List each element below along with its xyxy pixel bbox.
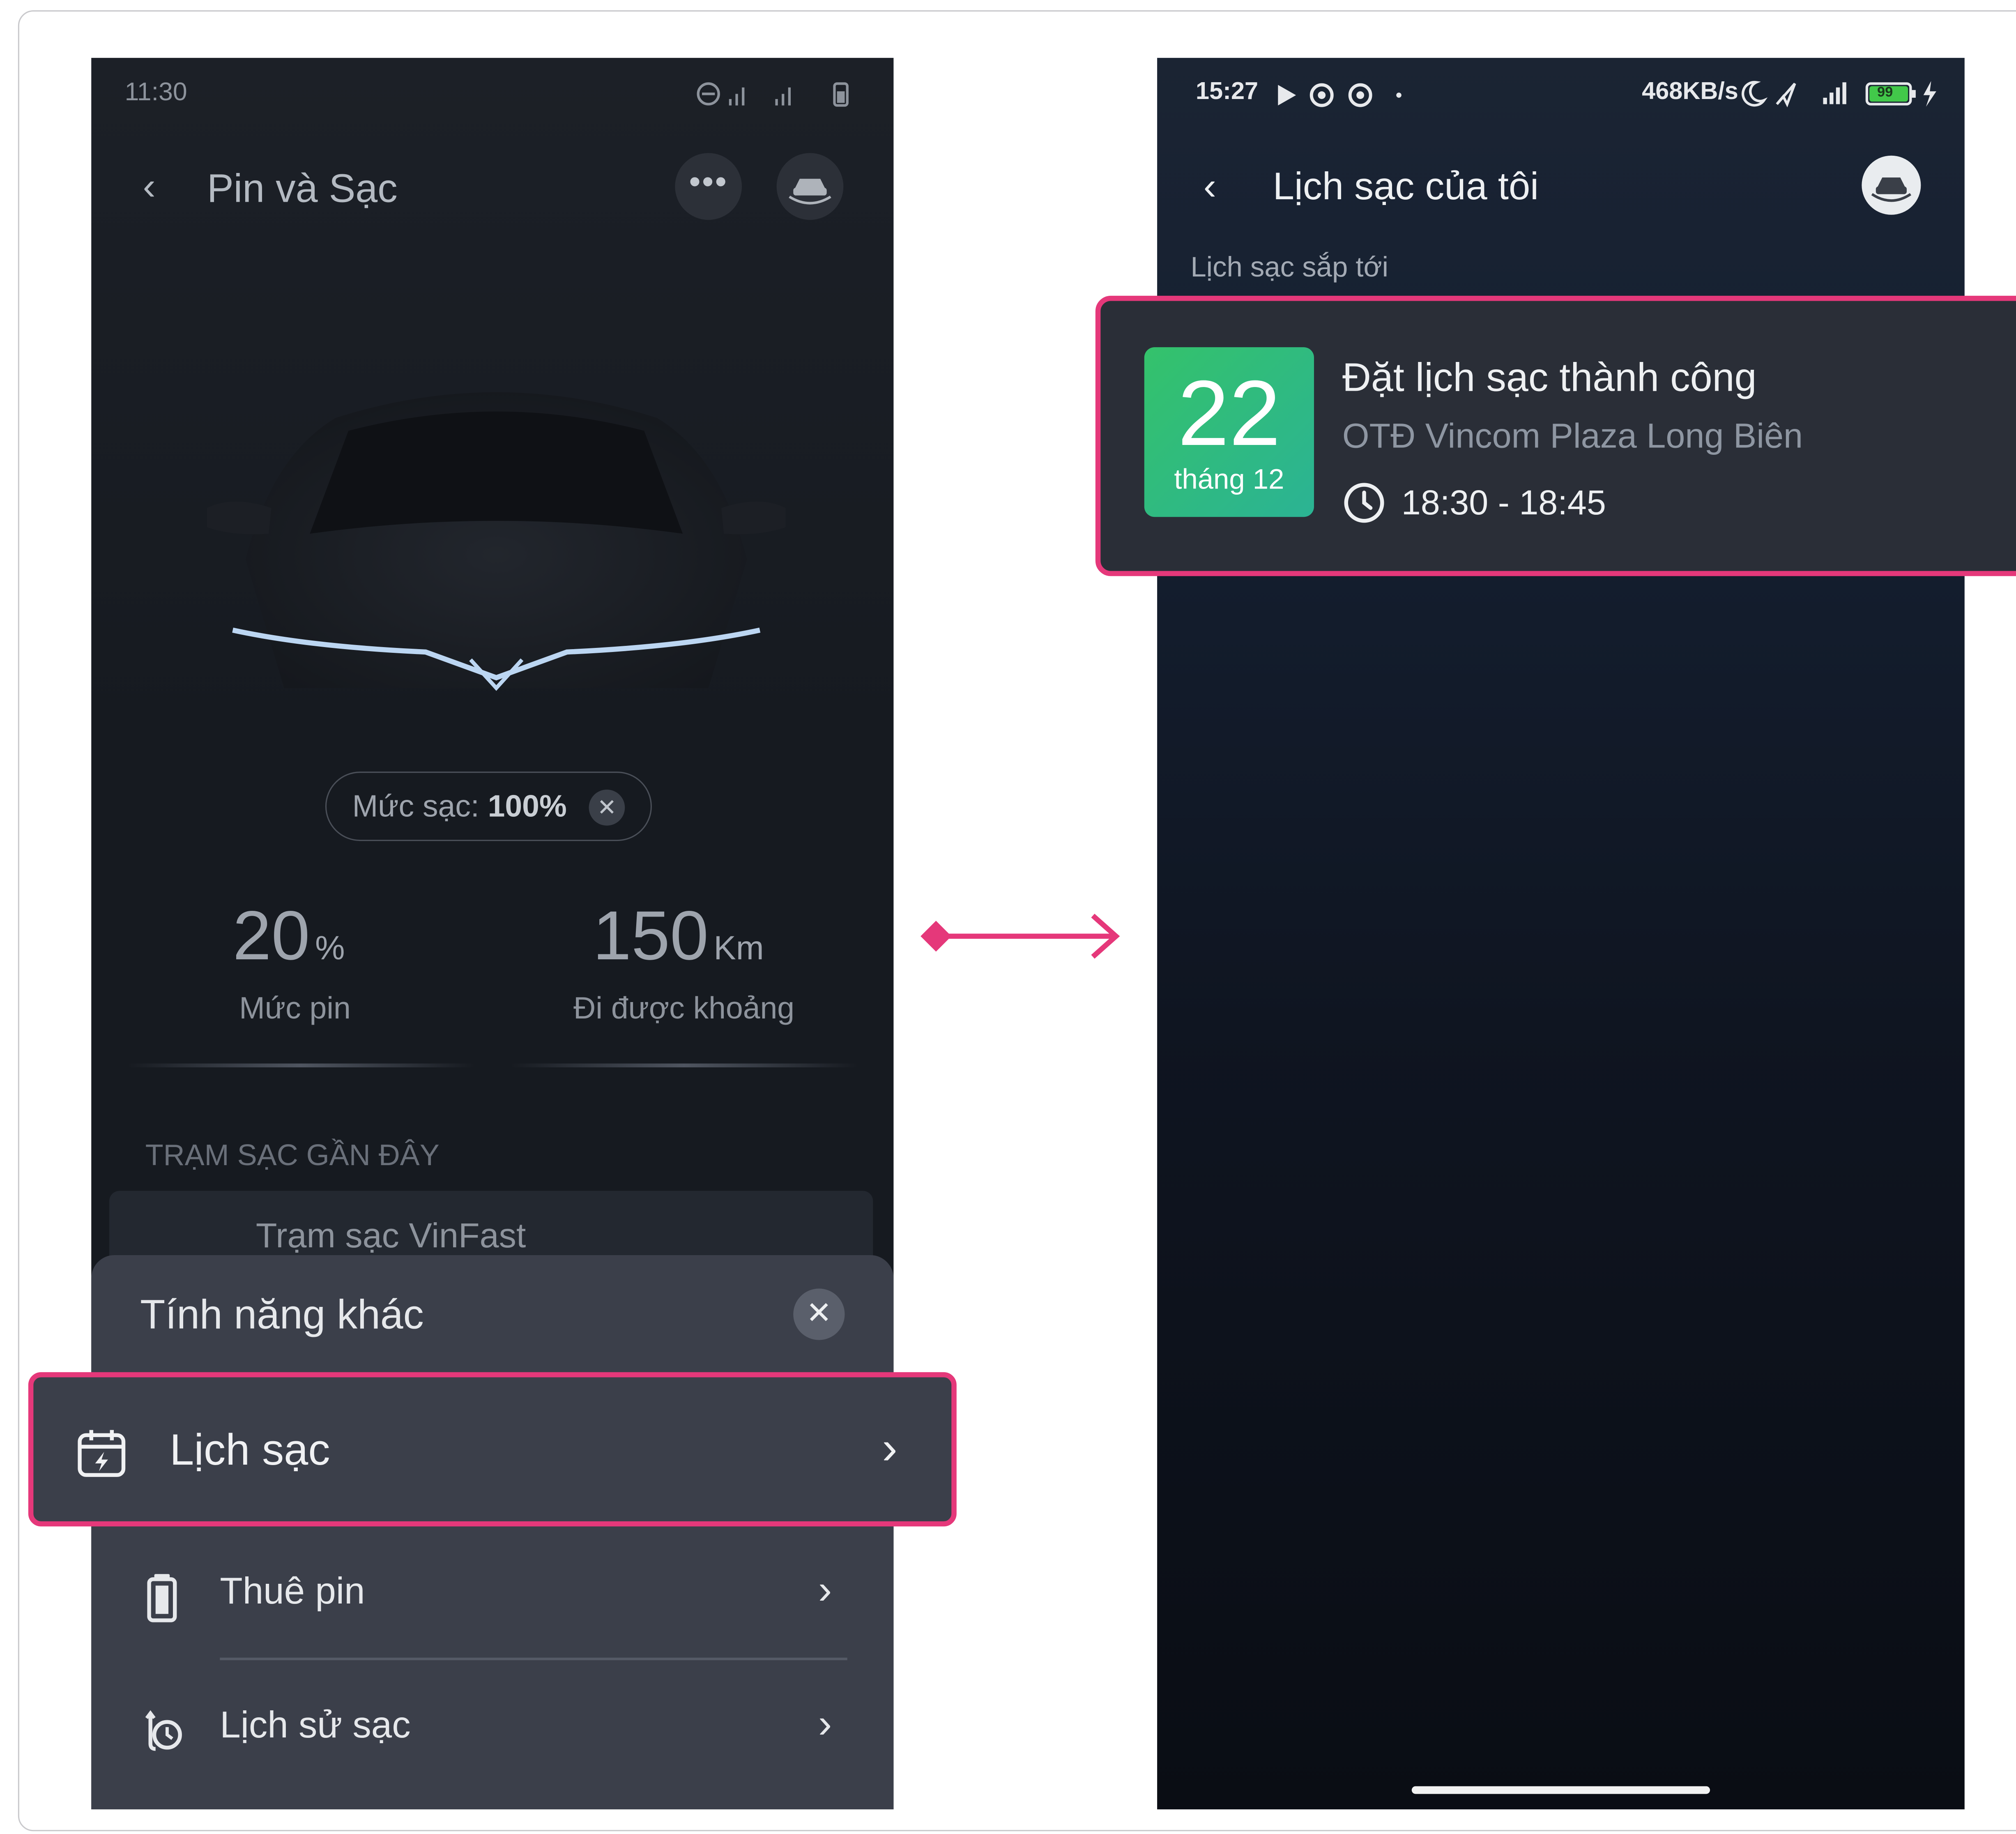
- charge-limit-label: Mức sạc:: [352, 789, 479, 825]
- close-icon[interactable]: ✕: [589, 789, 625, 826]
- vehicle-switch-button[interactable]: [776, 153, 844, 220]
- chevron-right-icon: ›: [882, 1421, 898, 1474]
- battery-level: 20%: [233, 896, 345, 976]
- date-month: tháng 12: [1174, 463, 1284, 495]
- menu-item-battery-rental[interactable]: Thuê pin ›: [91, 1533, 893, 1661]
- chevron-right-icon: ›: [818, 1566, 832, 1613]
- car-image: [207, 392, 786, 691]
- menu-item-label: Thuê pin: [220, 1571, 365, 1613]
- battery-value: 20: [232, 897, 310, 975]
- schedule-location: OTĐ Vincom Plaza Long Biên: [1342, 417, 1803, 456]
- status-right-icons: [1742, 81, 1936, 108]
- status-time: 15:27: [1195, 78, 1259, 106]
- status-time: 11:30: [124, 78, 187, 107]
- menu-item-label: Lịch sử sạc: [220, 1705, 411, 1746]
- home-indicator: [1411, 1786, 1710, 1794]
- status-battery-level: 99: [1877, 85, 1893, 101]
- station-name: Trạm sạc VinFast: [255, 1217, 526, 1255]
- sheet-title: Tính năng khác: [140, 1291, 424, 1338]
- status-app-icons: [1278, 83, 1402, 107]
- schedule-card[interactable]: 22 tháng 12 Đặt lịch sạc thành công OTĐ …: [1095, 295, 2016, 576]
- range-unit: Km: [713, 928, 764, 967]
- upcoming-section-heading: Lịch sạc sắp tới: [1190, 251, 1388, 283]
- page-title: Pin và Sạc: [207, 166, 398, 211]
- status-network-speed: 468KB/s: [1642, 78, 1738, 106]
- calendar-bolt-icon: [78, 1430, 126, 1477]
- left-phone-screen: 11:30 ‹ Pin và Sạc ••• Mức sạc: 100% ✕ 2…: [91, 58, 894, 1810]
- range-label: Đi được khoảng: [573, 991, 795, 1026]
- clock-icon: [1344, 483, 1384, 523]
- sheet-close-button[interactable]: ✕: [793, 1288, 845, 1340]
- nearby-stations-heading: TRẠM SẠC GẦN ĐÂY: [145, 1138, 440, 1172]
- menu-divider: [220, 1657, 847, 1660]
- battery-icon: [147, 1574, 177, 1622]
- back-button[interactable]: ‹: [143, 166, 155, 210]
- stat-divider: [510, 1063, 858, 1067]
- battery-label: Mức pin: [239, 991, 351, 1026]
- range-value: 150: [592, 897, 709, 975]
- schedule-title: Đặt lịch sạc thành công: [1342, 355, 1757, 400]
- history-icon: [145, 1710, 182, 1751]
- more-options-button[interactable]: •••: [675, 153, 742, 220]
- chevron-right-icon: ›: [818, 1700, 832, 1746]
- date-badge: 22 tháng 12: [1144, 347, 1314, 517]
- stat-divider: [127, 1063, 475, 1067]
- schedule-time: 18:30 - 18:45: [1401, 483, 1606, 522]
- vehicle-switch-button[interactable]: [1862, 155, 1921, 215]
- menu-item-charge-schedule[interactable]: Lịch sạc ›: [28, 1372, 957, 1527]
- menu-item-label: Lịch sạc: [170, 1426, 330, 1475]
- back-button[interactable]: ‹: [1204, 166, 1216, 210]
- menu-item-charge-history[interactable]: Lịch sử sạc ›: [91, 1667, 893, 1795]
- date-day: 22: [1178, 362, 1281, 466]
- status-icons: [697, 82, 849, 107]
- page-title: Lịch sạc của tôi: [1273, 166, 1539, 209]
- car-swap-icon: [789, 179, 831, 205]
- transition-arrow: [921, 913, 1120, 959]
- car-swap-icon: [1871, 177, 1912, 202]
- charge-limit-value: 100%: [488, 789, 567, 825]
- battery-unit: %: [315, 928, 345, 967]
- range-display: 150 Km: [593, 896, 764, 976]
- charge-limit-chip[interactable]: Mức sạc: 100% ✕: [325, 772, 652, 841]
- more-features-sheet: Tính năng khác ✕ Thuê pin › Lịch sử sạc …: [91, 1255, 894, 1810]
